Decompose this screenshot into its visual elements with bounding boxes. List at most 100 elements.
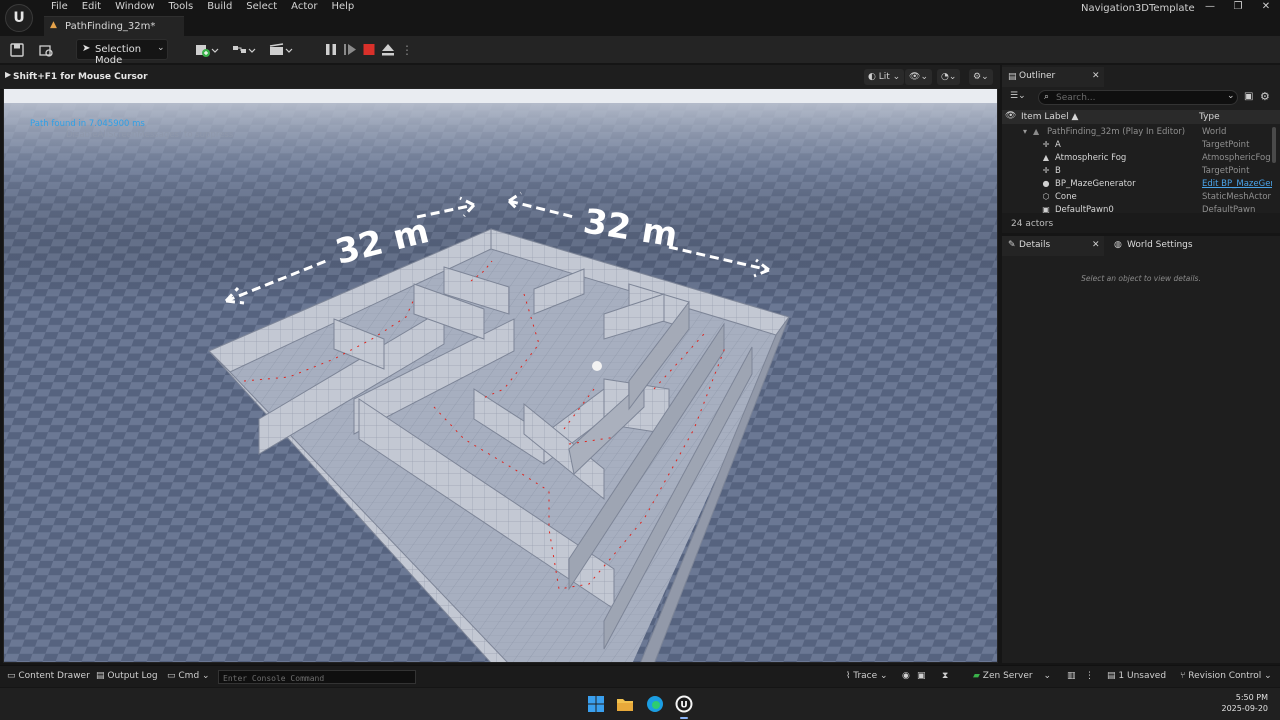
close-button[interactable]: ✕ [1253, 1, 1279, 15]
svg-text:U: U [680, 701, 687, 711]
menu-file[interactable]: File [44, 1, 75, 15]
more-options-icon[interactable]: ⋮ [1085, 671, 1094, 681]
content-drawer-label: Content Drawer [18, 671, 90, 681]
viewport-toolbar: ▶ Shift+F1 for Mouse Cursor ◐ Lit ⌄ 👁⌄ ◔… [0, 65, 1000, 89]
cursor-icon: ➤ [82, 43, 91, 54]
details-tab[interactable]: ✎ Details ✕ [1002, 236, 1104, 256]
close-icon[interactable]: ✕ [1092, 71, 1100, 81]
outliner-column-header: 👁 Item Label ▲ Type [1002, 110, 1280, 124]
menu-build[interactable]: Build [200, 1, 239, 15]
actor-name: B [1055, 166, 1061, 176]
console-command-input[interactable] [219, 672, 409, 685]
show-flags-button[interactable]: 👁⌄ [905, 69, 932, 85]
clock-time[interactable]: 5:50 PM [1222, 693, 1268, 702]
chevron-down-icon: ⌄ [157, 43, 165, 53]
save-icon[interactable] [9, 42, 25, 58]
expand-arrow-icon[interactable]: ▾ [1023, 127, 1027, 136]
lit-mode-button[interactable]: ◐ Lit ⌄ [864, 69, 905, 85]
console-command-field[interactable] [218, 670, 416, 685]
outliner-row-cone[interactable]: ⬡ Cone StaticMeshActor [1002, 191, 1272, 204]
new-folder-icon[interactable]: ▣ [1244, 91, 1253, 102]
target-point-icon: ✛ [1042, 166, 1050, 175]
visibility-eye-icon[interactable]: 👁 [1005, 111, 1016, 121]
zen-server-dropdown[interactable]: ▰ Zen Server ⌄ [973, 671, 1051, 681]
unsaved-button[interactable]: ▤ 1 Unsaved [1107, 671, 1166, 681]
outliner-root-row[interactable]: ▾ ▲ PathFinding_32m (Play In Editor) Wor… [1002, 126, 1272, 139]
unreal-engine-icon[interactable]: U [674, 694, 694, 714]
output-log-button[interactable]: ▤ Output Log [96, 671, 158, 681]
menu-help[interactable]: Help [324, 1, 361, 15]
world-settings-tab[interactable]: ◍ World Settings [1108, 236, 1218, 256]
outliner-row-defaultpawn[interactable]: ▣ DefaultPawn0 DefaultPawn [1002, 204, 1272, 213]
outliner-row-b[interactable]: ✛ B TargetPoint [1002, 165, 1272, 178]
menu-edit[interactable]: Edit [75, 1, 108, 15]
record-icon[interactable]: ◉ [902, 671, 910, 681]
outliner-icon: ▤ [1008, 72, 1017, 82]
level-viewport[interactable]: 32 m 32 m Path found in 7.045900 ms Disa… [3, 88, 998, 663]
target-point-icon: ✛ [1042, 140, 1050, 149]
cinematics-icon[interactable] [269, 42, 293, 58]
menu-tools[interactable]: Tools [162, 1, 201, 15]
terminal-icon: ▭ [167, 671, 176, 681]
chevron-down-icon[interactable]: ⌄ [1227, 91, 1235, 101]
column-type[interactable]: Type [1199, 112, 1220, 122]
eject-icon[interactable] [381, 42, 395, 57]
content-drawer-button[interactable]: ▭ Content Drawer [7, 671, 90, 681]
actor-name: BP_MazeGenerator [1055, 179, 1136, 189]
gear-icon[interactable]: ⚙ [1260, 90, 1270, 103]
windows-start-icon[interactable] [586, 694, 606, 714]
chevron-down-icon: ⌄ [880, 671, 888, 681]
level-tab-label: PathFinding_32m* [65, 21, 156, 32]
outliner-scrollbar[interactable] [1272, 127, 1276, 163]
outliner-search[interactable]: ⌕ ⌄ [1038, 90, 1238, 105]
outliner-row-a[interactable]: ✛ A TargetPoint [1002, 139, 1272, 152]
restore-button[interactable]: ❐ [1225, 1, 1251, 15]
viewport-settings-button[interactable]: ⚙⌄ [969, 69, 993, 85]
more-options-icon[interactable]: ⋮ [399, 42, 415, 58]
cmd-label: Cmd [178, 671, 200, 681]
details-panel: ✎ Details ✕ ◍ World Settings Select an o… [1002, 236, 1280, 663]
menu-window[interactable]: Window [108, 1, 161, 15]
minimize-button[interactable]: — [1197, 1, 1223, 15]
add-actor-icon[interactable] [195, 42, 219, 58]
pause-icon[interactable] [324, 42, 338, 57]
revision-control-dropdown[interactable]: ⑂ Revision Control ⌄ [1180, 671, 1272, 681]
browse-content-icon[interactable] [38, 42, 54, 58]
cmd-dropdown[interactable]: ▭ Cmd ⌄ [167, 671, 210, 681]
hourglass-icon[interactable]: ⧗ [942, 671, 948, 681]
edit-blueprint-link[interactable]: Edit BP_MazeGer [1202, 179, 1272, 189]
windows-taskbar: U 5:50 PM 2025-09-20 [0, 688, 1280, 720]
sphere-actor [592, 361, 602, 371]
actor-type: DefaultPawn [1202, 205, 1256, 213]
play-options-icon[interactable]: ▶ [5, 70, 11, 79]
blueprint-icon[interactable] [232, 42, 256, 58]
menu-actor[interactable]: Actor [284, 1, 324, 15]
column-item-label[interactable]: Item Label ▲ [1021, 112, 1078, 122]
output-log-label: Output Log [107, 671, 158, 681]
chevron-down-icon: ⌄ [1264, 671, 1272, 681]
unreal-logo-icon[interactable]: U [5, 4, 33, 32]
zen-server-icon: ▰ [973, 671, 980, 681]
outliner-tab[interactable]: ▤ Outliner ✕ [1002, 67, 1104, 87]
active-app-indicator [680, 717, 688, 719]
screen-messages-hint: DisableAllScreenMessages' to suppress [66, 130, 234, 140]
screenshot-icon[interactable]: ▣ [917, 671, 926, 681]
viewport-scene: 32 m 32 m [4, 89, 997, 662]
clock-date[interactable]: 2025-09-20 [1212, 704, 1269, 713]
filter-icon[interactable]: ☰⌄ [1010, 91, 1026, 101]
outliner-row-bp-mazegenerator[interactable]: ● BP_MazeGenerator Edit BP_MazeGer [1002, 178, 1273, 191]
performance-button[interactable]: ◔⌄ [937, 69, 961, 85]
stop-icon[interactable] [362, 42, 376, 57]
edge-browser-icon[interactable] [645, 694, 665, 714]
menu-select[interactable]: Select [239, 1, 284, 15]
file-explorer-icon[interactable] [615, 694, 635, 714]
selection-mode-dropdown[interactable]: ➤ Selection Mode ⌄ [76, 39, 168, 66]
outliner-row-atmospheric-fog[interactable]: ▲ Atmospheric Fog AtmosphericFog [1002, 152, 1272, 165]
frame-skip-icon[interactable] [343, 42, 357, 57]
trace-dropdown[interactable]: ⌇ Trace ⌄ [846, 671, 888, 681]
close-icon[interactable]: ✕ [1092, 240, 1100, 250]
level-tab[interactable]: ▲ PathFinding_32m* [44, 16, 184, 36]
derived-data-icon[interactable]: ▥ [1067, 671, 1076, 681]
gear-icon: ⚙ [973, 72, 982, 82]
outliner-search-input[interactable] [1056, 92, 1216, 104]
